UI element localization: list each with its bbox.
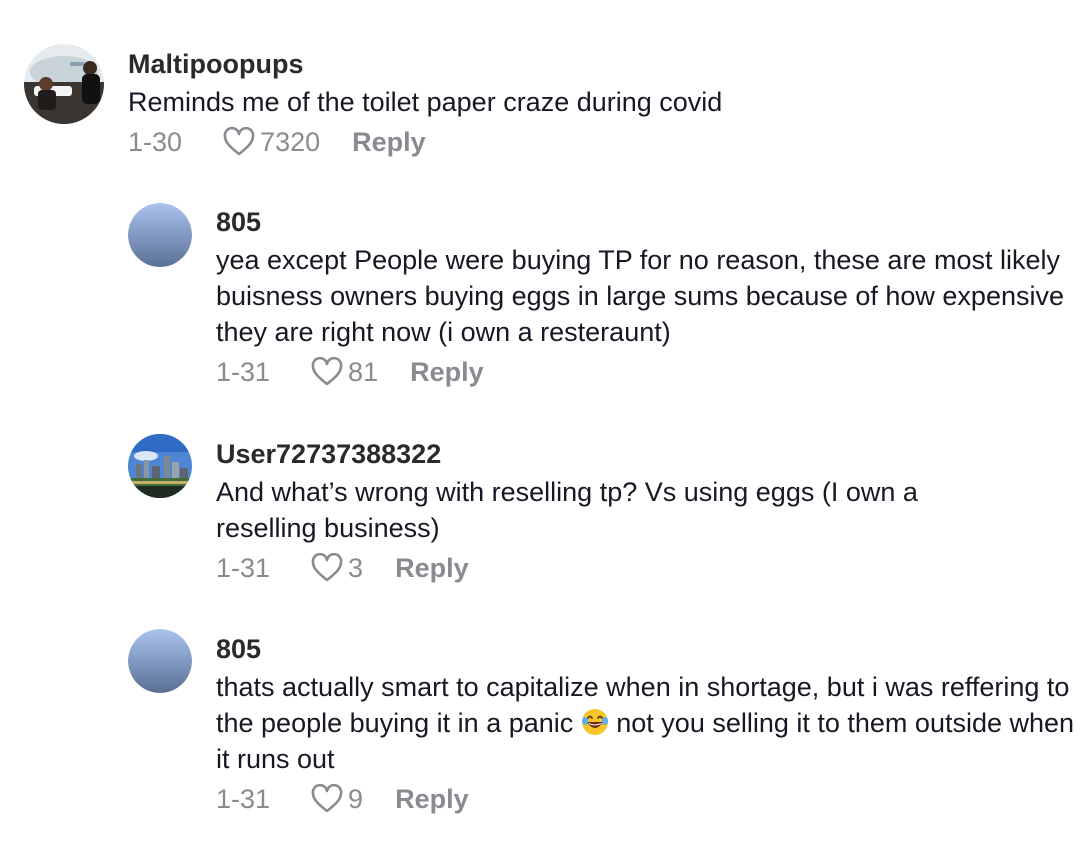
comment-text: And what’s wrong with reselling tp? Vs u… — [216, 477, 918, 543]
avatar[interactable] — [128, 434, 192, 498]
comment-date: 1-30 — [128, 126, 183, 157]
reply-item: 805 thats actually smart to capitalize w… — [128, 629, 1076, 817]
comment-date: 1-31 — [216, 783, 271, 814]
reply-button[interactable]: Reply — [395, 553, 469, 584]
heart-icon[interactable] — [310, 357, 344, 387]
avatar[interactable] — [24, 44, 104, 124]
reply-item: User72737388322 And what’s wrong with re… — [128, 434, 1076, 586]
comment-body: 805 yea except People were buying TP for… — [216, 203, 1076, 390]
heart-icon[interactable] — [222, 127, 256, 157]
like-button[interactable]: 3 — [310, 553, 363, 584]
reply-button[interactable]: Reply — [352, 127, 426, 158]
comment-meta: 1-30 7320 Reply — [128, 124, 722, 160]
heart-icon[interactable] — [310, 553, 344, 583]
comment-date: 1-31 — [216, 356, 271, 387]
comment-body: Maltipoopups Reminds me of the toilet pa… — [128, 44, 722, 160]
heart-icon[interactable] — [310, 784, 344, 814]
comment-text: Reminds me of the toilet paper craze dur… — [128, 87, 723, 117]
laughing-tears-emoji-icon — [581, 709, 608, 735]
comment-text: yea except People were buying TP for no … — [216, 245, 1064, 347]
comment-date: 1-31 — [216, 552, 271, 583]
like-button[interactable]: 81 — [310, 357, 378, 388]
like-count: 9 — [348, 783, 364, 814]
username[interactable]: 805 — [216, 633, 1076, 665]
reply-item: 805 yea except People were buying TP for… — [128, 203, 1076, 390]
avatar[interactable] — [128, 203, 192, 267]
username[interactable]: User72737388322 — [216, 438, 1076, 470]
comment-meta: 1-31 9 Reply — [216, 781, 1076, 817]
like-count: 3 — [348, 552, 364, 583]
comment-meta: 1-31 3 Reply — [216, 550, 1076, 586]
comment-body: User72737388322 And what’s wrong with re… — [216, 434, 1076, 586]
like-count: 81 — [348, 356, 379, 387]
reply-button[interactable]: Reply — [410, 357, 484, 388]
comment-body: 805 thats actually smart to capitalize w… — [216, 629, 1076, 817]
reply-button[interactable]: Reply — [395, 784, 469, 815]
username[interactable]: 805 — [216, 206, 1076, 238]
like-button[interactable]: 9 — [310, 784, 363, 815]
comment-text: thats actually smart to capitalize when … — [216, 669, 1076, 777]
comment-meta: 1-31 81 Reply — [216, 354, 1076, 390]
like-button[interactable]: 7320 — [222, 127, 320, 158]
avatar[interactable] — [128, 629, 192, 693]
username[interactable]: Maltipoopups — [128, 48, 722, 80]
like-count: 7320 — [260, 126, 321, 157]
comment-item: Maltipoopups Reminds me of the toilet pa… — [24, 44, 722, 160]
